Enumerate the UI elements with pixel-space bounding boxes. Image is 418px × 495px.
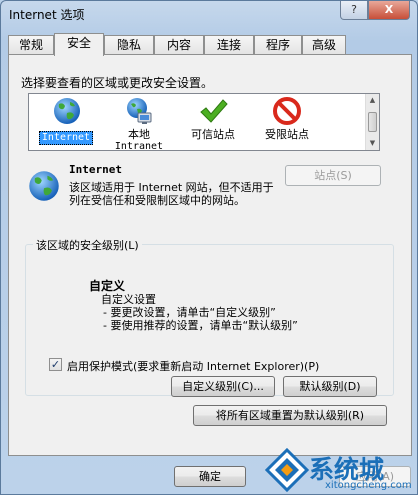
checkmark-icon <box>200 99 228 123</box>
restricted-icon <box>273 97 301 125</box>
zone-trusted-sites[interactable]: 可信站点 <box>177 94 249 150</box>
watermark-logo-icon <box>265 448 309 492</box>
scroll-thumb[interactable] <box>368 112 377 132</box>
security-level-description: 自定义设置 - 要更改设置，请单击“自定义级别” - 要使用推荐的设置，请单击“… <box>101 293 298 332</box>
tab-privacy[interactable]: 隐私 <box>104 35 154 55</box>
tab-programs[interactable]: 程序 <box>254 35 302 55</box>
watermark-url: xitongcheng.com <box>325 480 412 491</box>
security-level-title: 自定义 <box>89 279 126 293</box>
tab-general[interactable]: 常规 <box>8 35 54 55</box>
protected-mode-checkbox[interactable]: ✓ <box>49 358 62 371</box>
internet-options-window: Internet 选项 ? X 常规 安全 隐私 内容 连接 程序 高级 选择要… <box>0 0 418 495</box>
watermark: 系统城 xitongcheng.com <box>259 446 418 495</box>
intranet-globe-icon <box>127 98 152 124</box>
level-line: - 要使用推荐的设置，请单击“默认级别” <box>103 319 298 332</box>
selected-zone-title: Internet <box>69 163 122 176</box>
zone-prompt: 选择要查看的区域或更改安全设置。 <box>21 76 214 90</box>
security-level-group-title: 该区域的安全级别(L) <box>33 237 142 253</box>
level-line: - 要更改设置，请单击“自定义级别” <box>103 306 276 319</box>
tab-security[interactable]: 安全 <box>54 33 104 56</box>
zone-restricted-sites-label: 受限站点 <box>265 128 309 141</box>
zone-internet[interactable]: Internet <box>31 94 103 150</box>
selected-zone-description: 该区域适用于 Internet 网站，但不适用于列在受信任和受限制区域中的网站。 <box>69 181 274 207</box>
tab-advanced[interactable]: 高级 <box>302 35 346 55</box>
scroll-up-icon[interactable]: ▲ <box>366 94 379 107</box>
zones-list: Internet 本地 Intranet 可信站点 受限站点 ▲ ▼ <box>28 93 380 152</box>
title-bar: Internet 选项 ? X <box>1 1 417 27</box>
window-title: Internet 选项 <box>9 8 85 22</box>
default-level-button[interactable]: 默认级别(D) <box>283 376 377 397</box>
close-button[interactable]: X <box>368 1 410 20</box>
tab-connections[interactable]: 连接 <box>204 35 254 55</box>
level-line: 自定义设置 <box>101 293 156 306</box>
sites-button[interactable]: 站点(S) <box>285 165 381 186</box>
selected-zone-globe-icon <box>29 171 59 201</box>
scroll-down-icon[interactable]: ▼ <box>366 137 379 150</box>
globe-icon <box>54 98 80 124</box>
zone-local-intranet-label-2: Intranet <box>114 141 164 152</box>
help-button[interactable]: ? <box>340 1 368 20</box>
tab-content[interactable]: 内容 <box>154 35 204 55</box>
protected-mode-label: 启用保护模式(要求重新启动 Internet Explorer)(P) <box>67 360 320 373</box>
zone-internet-label: Internet <box>39 131 93 145</box>
zone-restricted-sites[interactable]: 受限站点 <box>251 94 323 150</box>
zones-scrollbar[interactable]: ▲ ▼ <box>365 94 379 150</box>
custom-level-button[interactable]: 自定义级别(C)... <box>171 376 275 397</box>
zone-local-intranet-label-1: 本地 <box>128 128 150 141</box>
reset-all-zones-button[interactable]: 将所有区域重置为默认级别(R) <box>193 405 387 426</box>
ok-button[interactable]: 确定 <box>174 466 246 487</box>
zone-trusted-sites-label: 可信站点 <box>191 128 235 141</box>
zone-local-intranet[interactable]: 本地 Intranet <box>103 94 175 152</box>
